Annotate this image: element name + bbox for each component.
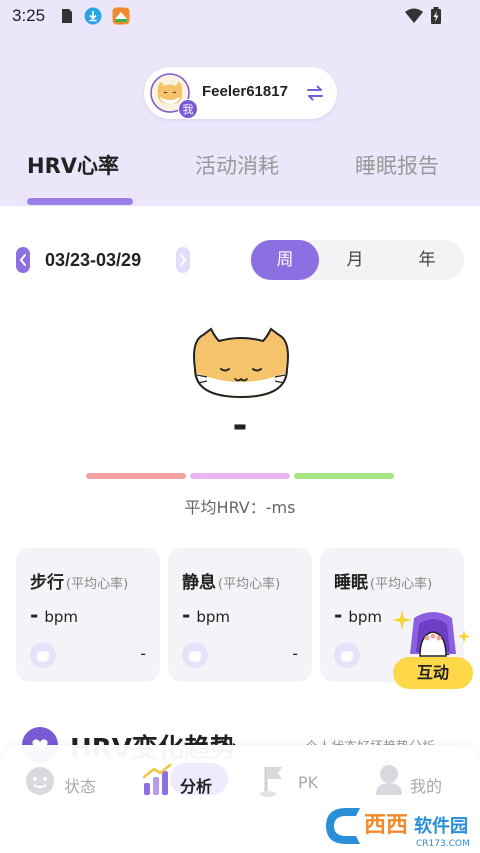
- watermark-logo: 西西 软件园 CR173.COM: [326, 808, 470, 849]
- sim-card-icon: [62, 9, 72, 23]
- analysis-bars-icon: [142, 763, 172, 795]
- card-title: 睡眠 (平均心率): [334, 568, 432, 593]
- range-bar-low: [86, 473, 186, 479]
- card-title: 步行 (平均心率): [30, 568, 128, 593]
- average-hrv-label: 平均HRV：-ms: [184, 498, 296, 517]
- hrv-value: -: [232, 405, 248, 446]
- nav-label: 我的: [410, 777, 443, 796]
- chevron-left-icon: [19, 254, 26, 266]
- card-title-text: 睡眠: [334, 573, 368, 593]
- card-title-text: 静息: [182, 573, 216, 593]
- chevron-right-icon: [180, 254, 187, 266]
- profile-icon: [376, 765, 402, 795]
- card-value: - bpm: [334, 603, 382, 627]
- me-badge: 我: [178, 99, 198, 119]
- nav-pk[interactable]: PK: [258, 763, 338, 803]
- range-bar-mid: [190, 473, 290, 479]
- card-value-number: -: [30, 603, 39, 627]
- walking-heart-rate-card[interactable]: 步行 (平均心率) - bpm -: [16, 548, 160, 682]
- nav-label: 状态: [64, 777, 97, 796]
- card-value-number: -: [182, 603, 191, 627]
- cat-paw-icon: [334, 642, 360, 668]
- tab-activity[interactable]: 活动消耗: [195, 150, 279, 180]
- previous-week-button[interactable]: [16, 247, 30, 273]
- card-title: 静息 (平均心率): [182, 568, 280, 593]
- period-year[interactable]: 年: [393, 240, 461, 280]
- resting-heart-rate-card[interactable]: 静息 (平均心率) - bpm -: [168, 548, 312, 682]
- nav-profile[interactable]: 我的: [374, 763, 454, 803]
- status-time: 3:25: [12, 6, 46, 25]
- card-value: - bpm: [30, 603, 78, 627]
- next-week-button[interactable]: [176, 247, 190, 273]
- period-week[interactable]: 周: [251, 240, 319, 280]
- cat-paw-icon: [182, 642, 208, 668]
- period-selector: 周 月 年: [249, 240, 464, 280]
- nav-status[interactable]: 状态: [24, 763, 104, 803]
- card-footer-value: -: [140, 644, 146, 663]
- card-unit: bpm: [44, 608, 78, 626]
- sleeping-cat-illustration: [193, 327, 289, 399]
- card-unit: bpm: [348, 608, 382, 626]
- tab-indicator: [27, 198, 133, 205]
- username: Feeler61817: [202, 83, 288, 100]
- app-store-icon: [112, 7, 130, 25]
- period-month[interactable]: 月: [321, 240, 389, 280]
- nav-label: 分析: [180, 777, 213, 796]
- card-subtitle: (平均心率): [370, 577, 433, 592]
- avatar: 我: [150, 73, 198, 119]
- card-subtitle: (平均心率): [66, 577, 129, 592]
- card-value-number: -: [334, 603, 343, 627]
- svg-text:软件园: 软件园: [414, 815, 468, 837]
- wifi-icon: [405, 8, 423, 23]
- card-footer-value: -: [292, 644, 298, 663]
- tab-sleep[interactable]: 睡眠报告: [355, 150, 439, 180]
- tab-hrv[interactable]: HRV心率: [27, 150, 119, 180]
- card-title-text: 步行: [30, 573, 64, 593]
- download-icon: [84, 7, 102, 25]
- range-bar-high: [294, 473, 394, 479]
- card-unit: bpm: [196, 608, 230, 626]
- svg-text:CR173.COM: CR173.COM: [416, 839, 470, 849]
- battery-icon: [431, 7, 441, 24]
- nav-analysis[interactable]: 分析: [142, 763, 232, 803]
- cat-paw-icon: [30, 642, 56, 668]
- card-value: - bpm: [182, 603, 230, 627]
- switch-account-icon[interactable]: [304, 82, 326, 104]
- pk-flag-icon: [260, 767, 282, 797]
- interact-button[interactable]: 互动: [393, 657, 473, 689]
- svg-text:西西: 西西: [364, 813, 408, 838]
- card-subtitle: (平均心率): [218, 577, 281, 592]
- account-switcher[interactable]: 我 Feeler61817: [144, 67, 337, 119]
- status-face-icon: [26, 767, 54, 795]
- nav-label: PK: [298, 773, 319, 792]
- date-range: 03/23-03/29: [45, 250, 142, 270]
- status-bar: 3:25: [0, 0, 480, 32]
